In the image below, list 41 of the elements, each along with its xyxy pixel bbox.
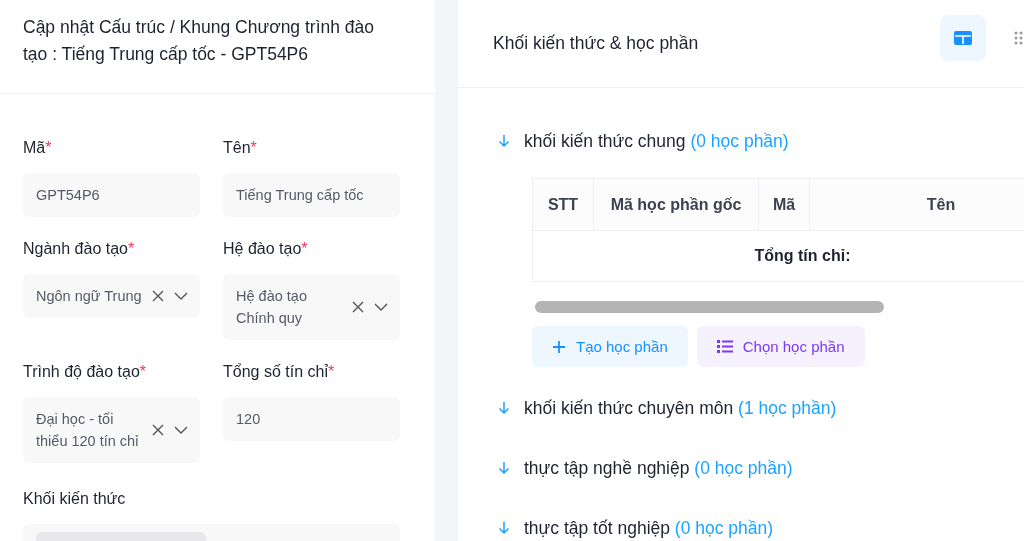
chevron-down-icon[interactable] [174, 292, 188, 300]
select-field[interactable]: Hệ đào tạo Chính quy [223, 274, 400, 340]
clear-icon[interactable] [352, 301, 364, 313]
field-label: Tên* [223, 138, 258, 158]
table-view-button[interactable] [940, 14, 986, 61]
field-label: Tổng số tín chỉ* [223, 362, 336, 382]
clear-icon[interactable] [152, 290, 164, 302]
arrow-down-icon[interactable] [498, 134, 510, 148]
input-field[interactable]: GPT54P6 [23, 173, 200, 217]
column-header: Tên [809, 178, 1024, 231]
dots-icon [1014, 30, 1024, 45]
chevron-down-icon[interactable] [174, 426, 188, 434]
field-label: Ngành đào tạo* [23, 239, 136, 259]
column-header: Mã học phần gốc [593, 178, 759, 231]
clear-icon[interactable] [152, 424, 164, 436]
field-label: Trình độ đào tạo* [23, 362, 148, 382]
table-icon [954, 30, 972, 45]
section-title[interactable]: khối kiến thức chuyên môn (1 học phần) [524, 397, 837, 419]
list-icon [716, 340, 733, 353]
column-header: Mã [758, 178, 810, 231]
field-label: Khối kiến thức [23, 489, 127, 509]
form-title: Cập nhật Cấu trúc / Khung Chương trình đào tạo : Tiếng Trung cấp tốc - GPT54P6 [23, 16, 376, 66]
panel-title: Khối kiến thức & học phần [493, 33, 699, 54]
field-label: Mã* [23, 138, 53, 158]
plus-icon [552, 339, 566, 354]
section-title[interactable]: thực tập tốt nghiệp (0 học phần) [524, 517, 774, 539]
total-credits-label: Tổng tín chỉ: [754, 247, 851, 264]
choose-button[interactable]: Chọn học phần [696, 326, 865, 367]
select-field[interactable]: Ngôn ngữ Trung [23, 274, 200, 318]
section-title[interactable]: thực tập nghề nghiệp (0 học phần) [524, 457, 793, 479]
field-label: Hệ đào tạo* [223, 239, 309, 259]
chevron-down-icon[interactable] [374, 303, 388, 311]
section-title[interactable]: khối kiến thức chung (0 học phần) [524, 130, 789, 152]
scrollbar[interactable] [535, 301, 884, 313]
arrow-down-icon[interactable] [498, 461, 510, 475]
input-field[interactable]: Tiếng Trung cấp tốc [223, 173, 400, 217]
input-field[interactable]: 120 [223, 397, 400, 441]
arrow-down-icon[interactable] [498, 521, 510, 535]
column-header: STT [532, 178, 594, 231]
select-field[interactable]: Đại học - tối thiểu 120 tín chỉ [23, 397, 200, 463]
arrow-down-icon[interactable] [498, 401, 510, 415]
